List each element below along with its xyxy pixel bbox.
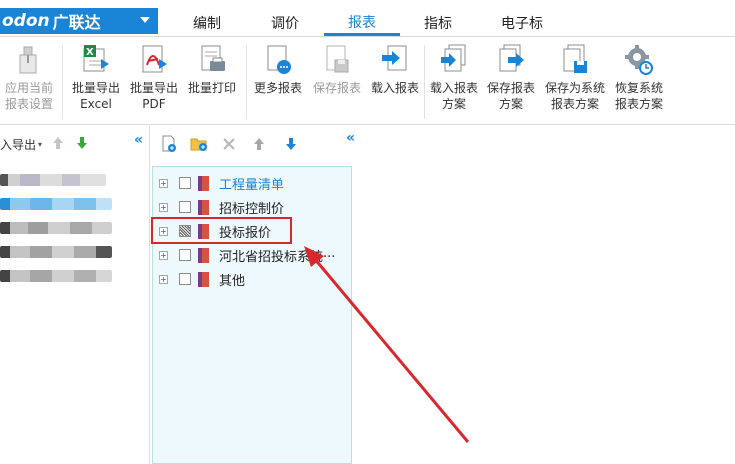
tree-node-label: 河北省招投标系统···: [219, 249, 336, 265]
more-reports-label: 更多报表: [253, 81, 302, 95]
print-icon: [197, 43, 227, 77]
save-system-scheme-label-2: 报表方案: [550, 97, 599, 111]
chevron-down-icon: [140, 17, 150, 23]
app-brand-menu[interactable]: odon 广联达: [0, 8, 158, 34]
save-as-system-scheme-button[interactable]: 保存为系统 报表方案: [543, 43, 607, 112]
tree-node-bill-of-quantities[interactable]: + 工程量清单: [153, 173, 351, 193]
more-reports-button[interactable]: 更多报表: [252, 43, 304, 96]
save-scheme-label-2: 方案: [498, 97, 523, 111]
apply-current-label-2: 报表设置: [4, 97, 53, 111]
brand-name: 广联达: [52, 13, 101, 32]
list-item[interactable]: [0, 198, 112, 210]
batch-export-pdf-button[interactable]: 批量导出 PDF: [128, 43, 180, 112]
restore-system-scheme-button[interactable]: 恢复系统 报表方案: [612, 43, 666, 112]
expand-icon[interactable]: +: [159, 250, 168, 260]
save-report-icon: [322, 43, 352, 77]
batch-print-label: 批量打印: [187, 81, 236, 95]
list-item[interactable]: [0, 174, 106, 186]
move-down-icon[interactable]: [76, 136, 88, 153]
apply-current-settings-button[interactable]: 应用当前 报表设置: [2, 43, 56, 112]
tree-node-label: 招标控制价: [219, 201, 285, 217]
move-down-icon[interactable]: [281, 134, 301, 154]
divider: [424, 45, 425, 119]
load-report-icon: [380, 43, 410, 77]
top-menu-bar: odon 广联达 编制 调价 报表 指标 电子标: [0, 0, 735, 37]
batch-export-excel-button[interactable]: X 批量导出 Excel: [70, 43, 122, 112]
list-item[interactable]: [0, 270, 112, 282]
tree-node-tender-control-price[interactable]: + 招标控制价: [153, 197, 351, 217]
tab-price-adjust[interactable]: 调价: [246, 10, 324, 36]
load-scheme-label-2: 方案: [441, 97, 466, 111]
expand-icon[interactable]: +: [159, 202, 168, 212]
save-scheme-icon: [496, 43, 526, 77]
save-scheme-label-1: 保存报表: [486, 81, 535, 95]
load-report-scheme-button[interactable]: 载入报表 方案: [428, 43, 480, 112]
report-book-icon: [198, 175, 209, 191]
apply-current-label-1: 应用当前: [4, 81, 53, 95]
report-book-icon: [198, 271, 209, 287]
node-checkbox[interactable]: [179, 273, 191, 285]
report-book-icon: [198, 199, 209, 215]
report-book-icon: [198, 247, 209, 263]
tree-node-label: 工程量清单: [219, 177, 285, 193]
chevron-down-icon[interactable]: ▾: [38, 140, 42, 149]
tree-node-label: 其他: [219, 273, 246, 289]
expand-icon[interactable]: +: [159, 274, 168, 284]
svg-text:X: X: [86, 47, 94, 58]
excel-export-icon: X: [81, 43, 111, 77]
save-report-scheme-button[interactable]: 保存报表 方案: [485, 43, 537, 112]
batch-excel-label-2: Excel: [80, 97, 112, 111]
save-system-scheme-label-1: 保存为系统: [544, 81, 605, 95]
batch-pdf-label-2: PDF: [142, 97, 166, 111]
batch-pdf-label-1: 批量导出: [129, 81, 178, 95]
main-tabs: 编制 调价 报表 指标 电子标: [168, 10, 568, 36]
more-reports-icon: [263, 43, 293, 77]
tree-node-hebei-bidding-system[interactable]: + 河北省招投标系统···: [153, 245, 351, 265]
tab-compile[interactable]: 编制: [168, 10, 246, 36]
load-scheme-icon: [439, 43, 469, 77]
left-panel-toolbar: 入导出 ▾: [0, 134, 150, 154]
collapse-tree-icon[interactable]: «: [346, 130, 355, 146]
expand-icon[interactable]: +: [159, 178, 168, 188]
apply-settings-icon: [14, 43, 44, 77]
pdf-export-icon: [139, 43, 169, 77]
restore-system-scheme-label-1: 恢复系统: [614, 81, 663, 95]
tab-reports[interactable]: 报表: [324, 10, 400, 36]
node-checkbox[interactable]: [179, 201, 191, 213]
report-preview-area: [362, 126, 735, 464]
report-tree-panel: « + 工程量清单 + 招标控制价 + 投标报价 + 河北省招投标系统··· +: [151, 126, 361, 464]
save-report-button[interactable]: 保存报表: [310, 43, 364, 96]
collapse-left-icon[interactable]: «: [134, 132, 143, 148]
new-report-icon[interactable]: [159, 134, 179, 154]
delete-icon[interactable]: [219, 134, 239, 154]
list-item[interactable]: [0, 222, 112, 234]
new-folder-icon[interactable]: [189, 134, 209, 154]
import-export-dropdown[interactable]: 入导出: [0, 136, 36, 153]
load-report-label: 载入报表: [370, 81, 419, 95]
tab-indicators[interactable]: 指标: [400, 10, 476, 36]
list-item[interactable]: [0, 246, 112, 258]
load-scheme-label-1: 载入报表: [429, 81, 478, 95]
save-system-scheme-icon: [560, 43, 590, 77]
left-panel: 入导出 ▾ «: [0, 126, 150, 464]
brand-logo: odon: [2, 11, 50, 31]
tree-toolbar: [151, 134, 361, 156]
node-checkbox[interactable]: [179, 177, 191, 189]
divider: [246, 45, 247, 119]
batch-excel-label-1: 批量导出: [71, 81, 120, 95]
report-tree: + 工程量清单 + 招标控制价 + 投标报价 + 河北省招投标系统··· + 其…: [152, 166, 352, 464]
save-report-label: 保存报表: [312, 81, 361, 95]
move-up-icon[interactable]: [52, 136, 64, 153]
tab-e-bid[interactable]: 电子标: [476, 10, 568, 36]
batch-print-button[interactable]: 批量打印: [186, 43, 238, 96]
move-up-icon[interactable]: [249, 134, 269, 154]
tree-node-other[interactable]: + 其他: [153, 269, 351, 289]
restore-settings-icon: [624, 43, 654, 77]
load-report-button[interactable]: 载入报表: [369, 43, 421, 96]
ribbon-toolbar: 应用当前 报表设置 X 批量导出 Excel 批量导出 PDF 批量打印 更多报…: [0, 37, 735, 125]
node-checkbox[interactable]: [179, 249, 191, 261]
highlight-box: [151, 217, 292, 244]
divider: [62, 45, 63, 119]
restore-system-scheme-label-2: 报表方案: [614, 97, 663, 111]
